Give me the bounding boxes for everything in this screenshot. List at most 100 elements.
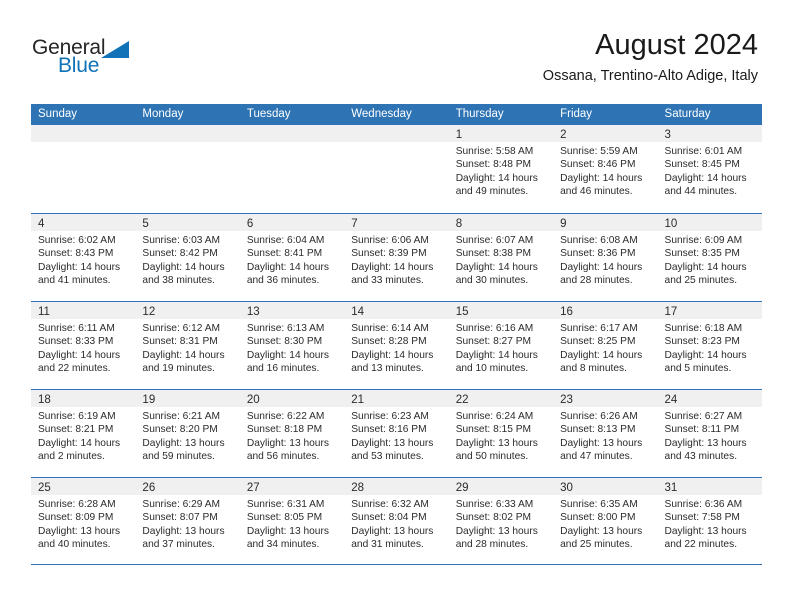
day-number: 16 [560, 306, 573, 318]
daylight-text-line2: and 46 minutes. [560, 185, 633, 197]
day-info: Sunrise: 6:22 AM Sunset: 8:18 PM Daylight:… [240, 407, 344, 463]
calendar-day-cell[interactable]: 19 Sunrise: 6:21 AM Sunset: 8:20 PM Dayligh… [135, 390, 240, 477]
sunset-text: Sunset: 8:09 PM [38, 512, 114, 524]
calendar-day-cell[interactable]: 13 Sunrise: 6:13 AM Sunset: 8:30 PM Dayligh… [239, 302, 345, 389]
day-number: 18 [38, 394, 51, 406]
daylight-text-line2: and 49 minutes. [455, 185, 529, 197]
calendar-day-cell-empty [344, 125, 449, 213]
daylight-text-line1: Daylight: 13 hours [455, 437, 538, 449]
sunset-text: Sunset: 8:43 PM [38, 248, 114, 260]
sunset-text: Sunset: 8:07 PM [142, 512, 218, 524]
calendar-day-cell[interactable]: 26 Sunrise: 6:29 AM Sunset: 8:07 PM Dayligh… [135, 478, 240, 564]
calendar-day-cell[interactable]: 25 Sunrise: 6:28 AM Sunset: 8:09 PM Dayligh… [31, 478, 136, 564]
day-number-band: 7 [344, 214, 449, 231]
sunrise-text: Sunrise: 6:12 AM [142, 323, 221, 334]
sunset-text: Sunset: 8:42 PM [142, 248, 218, 260]
calendar-day-cell[interactable]: 27 Sunrise: 6:31 AM Sunset: 8:05 PM Dayligh… [239, 478, 345, 564]
calendar-day-cell[interactable]: 5 Sunrise: 6:03 AM Sunset: 8:42 PM Daylight… [135, 214, 240, 301]
calendar-day-cell[interactable]: 4 Sunrise: 6:02 AM Sunset: 8:43 PM Daylight… [31, 214, 136, 301]
day-number-band: 13 [239, 302, 345, 319]
calendar-day-cell[interactable]: 16 Sunrise: 6:17 AM Sunset: 8:25 PM Dayligh… [553, 302, 658, 389]
day-number: 6 [246, 218, 254, 230]
day-number: 13 [246, 306, 260, 318]
calendar-day-cell[interactable]: 6 Sunrise: 6:04 AM Sunset: 8:41 PM Daylight… [239, 214, 345, 301]
day-number: 28 [351, 482, 365, 494]
calendar-day-cell[interactable]: 17 Sunrise: 6:18 AM Sunset: 8:23 PM Dayligh… [657, 302, 762, 389]
daylight-text-line1: Daylight: 14 hours [664, 261, 747, 273]
sunrise-text: Sunrise: 6:35 AM [560, 499, 638, 510]
day-number-band [135, 125, 240, 142]
calendar-day-cell[interactable]: 15 Sunrise: 6:16 AM Sunset: 8:27 PM Dayligh… [448, 302, 554, 389]
title-block: August 2024 Ossana, Trentino-Alto Adige,… [543, 28, 758, 85]
sunrise-text: Sunrise: 6:27 AM [664, 411, 743, 422]
sunrise-text: Sunrise: 6:24 AM [455, 411, 534, 422]
day-number: 24 [664, 394, 678, 406]
calendar-day-cell[interactable]: 3 Sunrise: 6:01 AM Sunset: 8:45 PM Daylight… [657, 125, 762, 213]
calendar-day-cell[interactable]: 12 Sunrise: 6:12 AM Sunset: 8:31 PM Dayligh… [135, 302, 240, 389]
calendar-day-cell[interactable]: 14 Sunrise: 6:14 AM Sunset: 8:28 PM Dayligh… [344, 302, 449, 389]
day-info: Sunrise: 6:27 AM Sunset: 8:11 PM Daylight:… [658, 407, 762, 463]
daylight-text-line1: Daylight: 14 hours [351, 261, 434, 273]
daylight-text-line1: Daylight: 13 hours [664, 437, 747, 449]
day-info: Sunrise: 6:03 AM Sunset: 8:42 PM Daylight:… [135, 231, 239, 287]
sunset-text: Sunset: 8:16 PM [351, 424, 427, 436]
calendar-day-cell[interactable]: 8 Sunrise: 6:07 AM Sunset: 8:38 PM Daylight… [448, 214, 554, 301]
day-number: 8 [455, 218, 463, 230]
daylight-text-line1: Daylight: 14 hours [560, 172, 643, 184]
calendar-day-cell[interactable]: 20 Sunrise: 6:22 AM Sunset: 8:18 PM Dayligh… [239, 390, 345, 477]
calendar-day-cell[interactable]: 24 Sunrise: 6:27 AM Sunset: 8:11 PM Dayligh… [657, 390, 762, 477]
sunset-text: Sunset: 8:20 PM [142, 424, 218, 436]
daylight-text-line1: Daylight: 13 hours [351, 525, 434, 537]
calendar-day-cell[interactable]: 28 Sunrise: 6:32 AM Sunset: 8:04 PM Dayligh… [344, 478, 449, 564]
day-number: 22 [455, 394, 469, 406]
calendar-day-cell[interactable]: 9 Sunrise: 6:08 AM Sunset: 8:36 PM Daylight… [553, 214, 658, 301]
daylight-text-line1: Daylight: 13 hours [351, 437, 434, 449]
sunrise-text: Sunrise: 6:09 AM [664, 235, 743, 246]
sunrise-text: Sunrise: 6:28 AM [38, 499, 116, 510]
day-number-band: 22 [448, 390, 554, 407]
calendar-day-cell[interactable]: 22 Sunrise: 6:24 AM Sunset: 8:15 PM Dayligh… [448, 390, 554, 477]
calendar-day-cell[interactable]: 2 Sunrise: 5:59 AM Sunset: 8:46 PM Daylight… [553, 125, 658, 213]
calendar-day-cell[interactable]: 21 Sunrise: 6:23 AM Sunset: 8:16 PM Dayligh… [344, 390, 449, 477]
sunset-text: Sunset: 8:21 PM [38, 424, 114, 436]
daylight-text-line2: and 47 minutes. [560, 450, 633, 462]
day-info: Sunrise: 5:58 AM Sunset: 8:48 PM Daylight:… [449, 142, 553, 198]
sunset-text: Sunset: 8:02 PM [455, 512, 532, 524]
day-number-band: 26 [135, 478, 240, 495]
calendar-day-cell[interactable]: 29 Sunrise: 6:33 AM Sunset: 8:02 PM Dayligh… [448, 478, 554, 564]
calendar-day-cell[interactable]: 31 Sunrise: 6:36 AM Sunset: 7:58 PM Dayligh… [657, 478, 762, 564]
sunset-text: Sunset: 8:15 PM [455, 424, 532, 436]
sunrise-text: Sunrise: 6:02 AM [38, 235, 116, 246]
day-number: 14 [351, 306, 365, 318]
day-info: Sunrise: 6:08 AM Sunset: 8:36 PM Daylight:… [553, 231, 657, 287]
daylight-text-line1: Daylight: 14 hours [560, 261, 643, 273]
sunrise-text: Sunrise: 6:16 AM [455, 323, 534, 334]
calendar-day-cell[interactable]: 30 Sunrise: 6:35 AM Sunset: 8:00 PM Dayligh… [553, 478, 658, 564]
calendar-day-cell[interactable]: 1 Sunrise: 5:58 AM Sunset: 8:48 PM Daylight… [448, 125, 554, 213]
calendar-day-cell[interactable]: 18 Sunrise: 6:19 AM Sunset: 8:21 PM Dayligh… [31, 390, 136, 477]
sunset-text: Sunset: 8:31 PM [142, 336, 218, 348]
calendar-day-cell[interactable]: 11 Sunrise: 6:11 AM Sunset: 8:33 PM Dayligh… [31, 302, 136, 389]
day-number: 26 [142, 482, 156, 494]
day-number-band: 5 [135, 214, 240, 231]
day-number-band: 10 [657, 214, 762, 231]
day-info: Sunrise: 6:01 AM Sunset: 8:45 PM Daylight:… [658, 142, 762, 198]
daylight-text-line2: and 56 minutes. [246, 450, 320, 462]
calendar-day-cell[interactable]: 10 Sunrise: 6:09 AM Sunset: 8:35 PM Dayligh… [657, 214, 762, 301]
general-blue-logo[interactable]: General Blue [32, 36, 162, 82]
sunset-text: Sunset: 8:30 PM [246, 336, 323, 348]
day-number-band: 9 [553, 214, 658, 231]
calendar-day-cell[interactable]: 23 Sunrise: 6:26 AM Sunset: 8:13 PM Dayligh… [553, 390, 658, 477]
calendar-day-cell[interactable]: 7 Sunrise: 6:06 AM Sunset: 8:39 PM Daylight… [344, 214, 449, 301]
daylight-text-line1: Daylight: 13 hours [142, 525, 225, 537]
day-info: Sunrise: 6:32 AM Sunset: 8:04 PM Daylight:… [344, 495, 448, 551]
daylight-text-line2: and 38 minutes. [142, 274, 215, 286]
sunset-text: Sunset: 8:04 PM [351, 512, 427, 524]
sunset-text: Sunset: 8:18 PM [246, 424, 323, 436]
day-of-week-header: Monday [142, 108, 184, 120]
day-info: Sunrise: 6:02 AM Sunset: 8:43 PM Daylight:… [31, 231, 135, 287]
sunset-text: Sunset: 8:11 PM [664, 424, 740, 436]
day-number-band: 6 [239, 214, 345, 231]
page-header: General Blue August 2024 Ossana, Trentin… [0, 0, 792, 100]
day-number-band: 16 [553, 302, 658, 319]
